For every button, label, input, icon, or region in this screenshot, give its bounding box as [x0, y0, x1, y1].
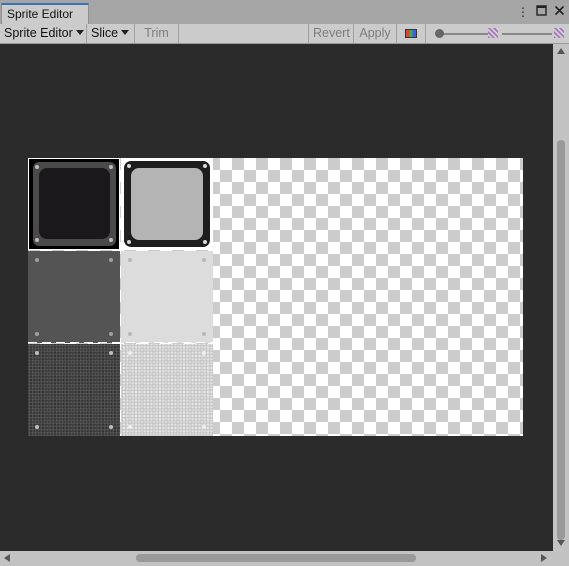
- mip-level-slider[interactable]: [500, 24, 552, 43]
- alpha-icon: [488, 28, 498, 38]
- sprite-panel-frame-light[interactable]: [121, 158, 213, 250]
- sprite-tile-dark-gray[interactable]: [28, 251, 120, 343]
- slider-track: [502, 33, 552, 35]
- apply-button[interactable]: Apply: [354, 24, 397, 43]
- slider-thumb[interactable]: [435, 29, 444, 38]
- chevron-down-icon: [121, 30, 130, 35]
- editor-mode-label: Sprite Editor: [4, 26, 73, 40]
- sprite-panel-frame-dark[interactable]: [28, 158, 120, 250]
- vertical-scrollbar[interactable]: [553, 44, 569, 551]
- maximize-icon[interactable]: [535, 5, 547, 19]
- window-controls: ⋮: [517, 4, 565, 20]
- chevron-down-icon: [75, 30, 84, 35]
- sprite-tile-light-noise[interactable]: [121, 344, 213, 436]
- sprite-editor-toolbar: Sprite Editor Slice Trim Revert Apply: [0, 24, 569, 44]
- alpha-zoom-slider[interactable]: [432, 24, 492, 43]
- sprite-texture[interactable]: [28, 158, 523, 436]
- scroll-right-icon[interactable]: [541, 554, 547, 562]
- editor-mode-dropdown[interactable]: Sprite Editor: [0, 24, 87, 43]
- horizontal-scrollbar[interactable]: [0, 551, 553, 566]
- revert-button[interactable]: Revert: [308, 24, 354, 43]
- close-icon[interactable]: [553, 5, 565, 19]
- tab-sprite-editor[interactable]: Sprite Editor: [1, 3, 89, 24]
- scroll-up-icon[interactable]: [557, 48, 565, 54]
- more-options-icon[interactable]: ⋮: [517, 5, 529, 19]
- vertical-scroll-thumb[interactable]: [557, 140, 565, 540]
- slice-label: Slice: [91, 26, 119, 40]
- scroll-left-icon[interactable]: [4, 554, 10, 562]
- slice-boundary-line: [28, 342, 213, 343]
- window-tab-strip: Sprite Editor ⋮: [0, 0, 569, 25]
- mip-icon: [554, 28, 564, 38]
- scroll-down-icon[interactable]: [557, 540, 565, 546]
- sprite-tile-light-gray[interactable]: [121, 251, 213, 343]
- slider-track: [436, 33, 490, 35]
- sprite-canvas[interactable]: [0, 44, 553, 551]
- scrollbar-corner: [553, 551, 569, 566]
- rgb-channels-icon: [405, 29, 417, 38]
- trim-button[interactable]: Trim: [135, 24, 179, 43]
- sprite-tile-dark-noise[interactable]: [28, 344, 120, 436]
- sprite-editor-window: Sprite Editor ⋮ Sprite Editor Slice Trim…: [0, 0, 569, 566]
- slice-dropdown[interactable]: Slice: [87, 24, 135, 43]
- color-channel-toggle[interactable]: [397, 24, 426, 43]
- horizontal-scroll-thumb[interactable]: [136, 554, 416, 562]
